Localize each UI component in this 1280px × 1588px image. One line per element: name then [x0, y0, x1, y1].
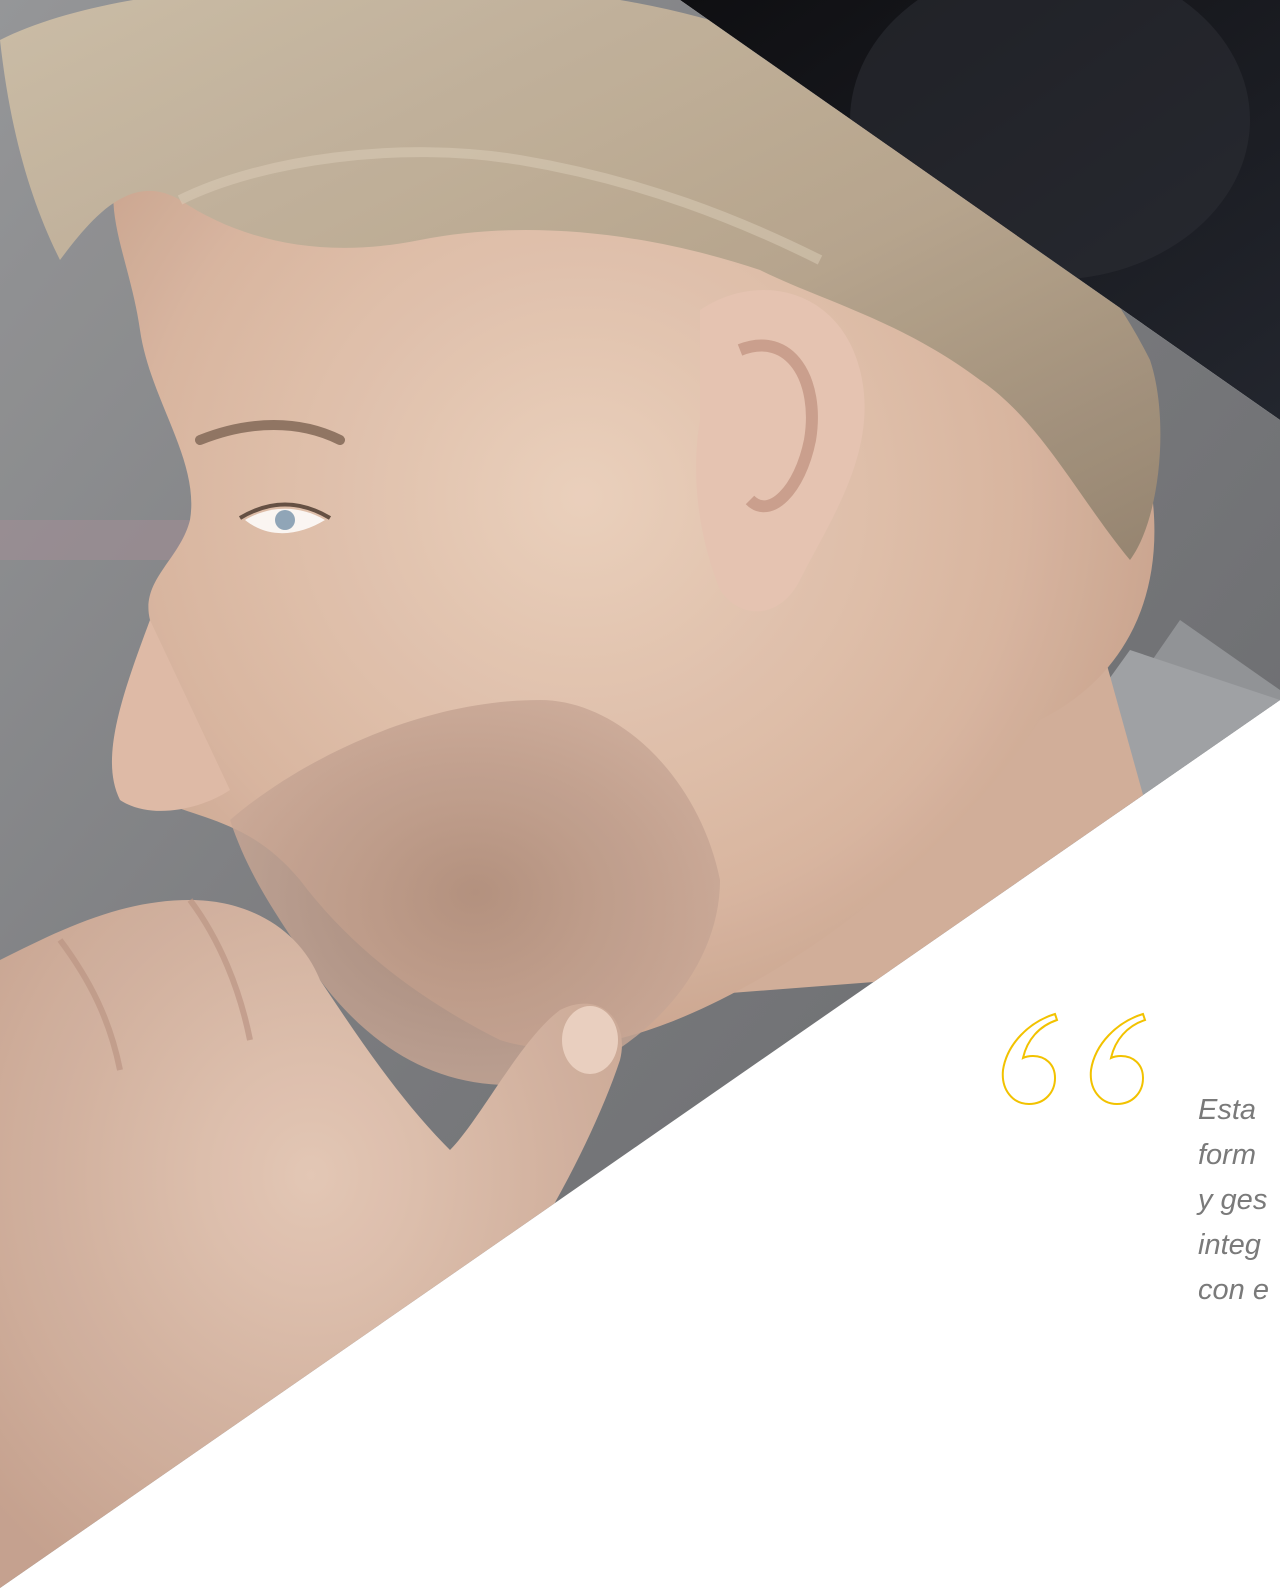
quote-line: con e: [1198, 1274, 1269, 1306]
quote-line: form: [1198, 1139, 1256, 1171]
quote-line: integ: [1198, 1229, 1261, 1261]
hero-photo: [0, 0, 1280, 1588]
testimonial-section: Esta form y ges integ con e: [0, 0, 1280, 1588]
quote-line: y ges: [1198, 1184, 1268, 1216]
testimonial-quote: Esta form y ges integ con e: [1198, 1088, 1280, 1313]
quotation-mark-icon: [1001, 1012, 1147, 1106]
quote-line: Esta: [1198, 1094, 1257, 1126]
